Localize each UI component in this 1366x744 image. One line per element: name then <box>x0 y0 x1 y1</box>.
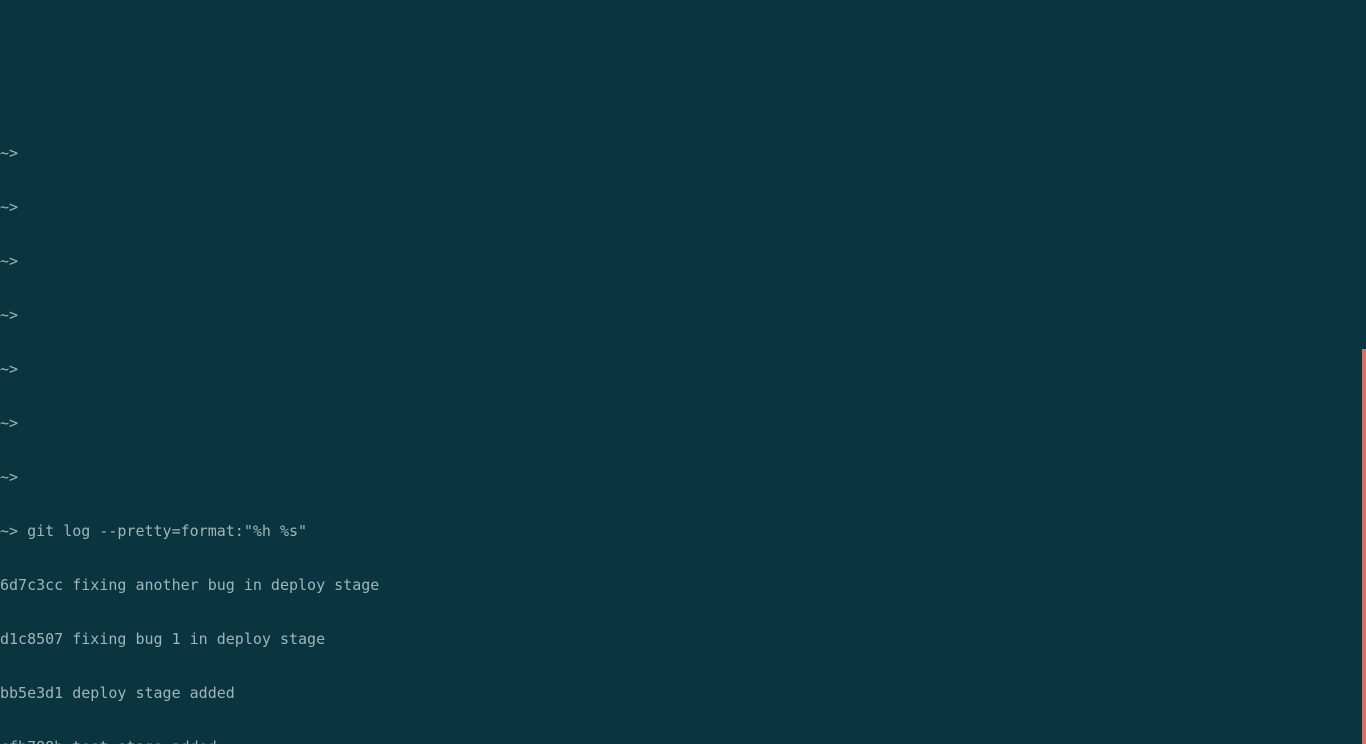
blank-line <box>0 90 1366 108</box>
prompt: ~> <box>0 522 18 540</box>
output-line: d1c8507 fixing bug 1 in deploy stage <box>0 630 1366 648</box>
terminal[interactable]: ~> ~> ~> ~> ~> ~> ~> ~> git log --pretty… <box>0 0 1366 744</box>
prompt-line: ~> <box>0 306 1366 324</box>
prompt-line: ~> <box>0 144 1366 162</box>
command-line: ~> git log --pretty=format:"%h %s" <box>0 522 1366 540</box>
output-line: bb5e3d1 deploy stage added <box>0 684 1366 702</box>
blank-line <box>0 36 1366 54</box>
scrollbar[interactable] <box>1362 349 1366 744</box>
command-text: git log --pretty=format:"%h %s" <box>18 522 307 540</box>
prompt-line: ~> <box>0 252 1366 270</box>
prompt-line: ~> <box>0 360 1366 378</box>
prompt-line: ~> <box>0 414 1366 432</box>
output-line: cfb788b test stage added <box>0 738 1366 744</box>
prompt-line: ~> <box>0 468 1366 486</box>
output-line: 6d7c3cc fixing another bug in deploy sta… <box>0 576 1366 594</box>
prompt-line: ~> <box>0 198 1366 216</box>
